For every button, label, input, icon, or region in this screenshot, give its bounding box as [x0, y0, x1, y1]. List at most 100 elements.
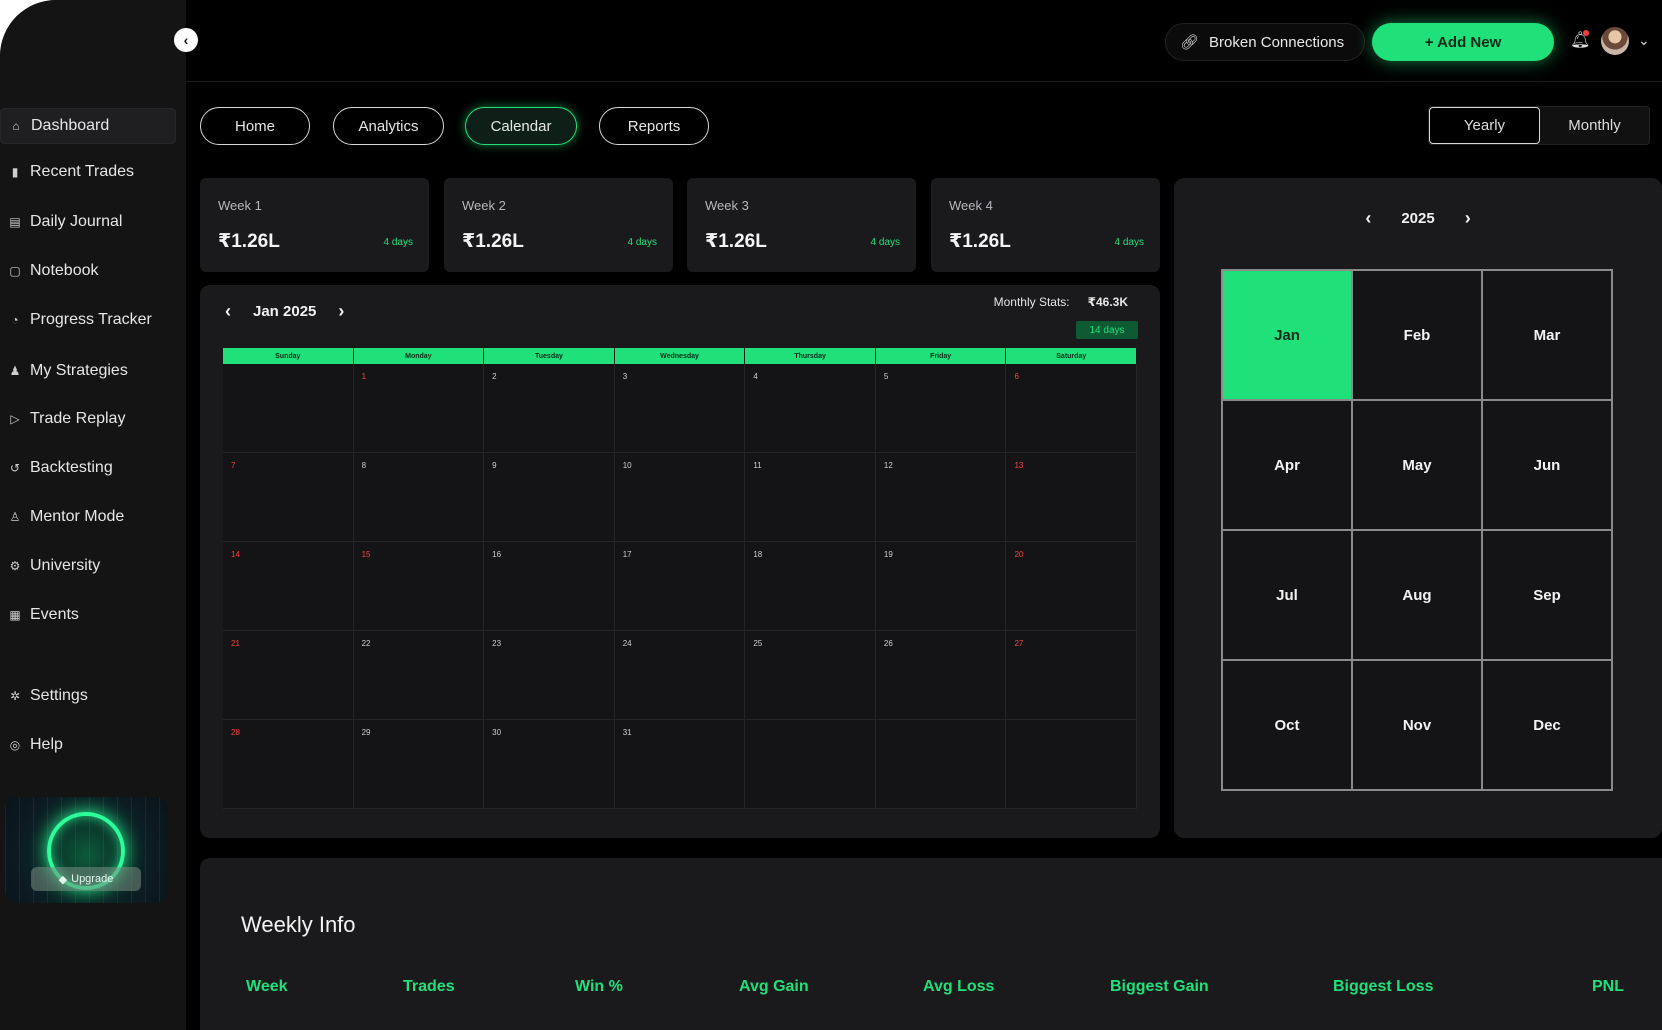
calendar-day-cell[interactable]: 7 [223, 453, 354, 542]
calendar-day-cell[interactable]: 16 [484, 542, 615, 631]
calendar-day-cell[interactable]: 15 [353, 542, 485, 631]
next-year-chevron-right-icon[interactable]: › [1465, 208, 1471, 229]
calendar-day-cell[interactable]: 5 [875, 364, 1007, 453]
calendar-day-cell[interactable]: 14 [223, 542, 354, 631]
week-card-days: 4 days [870, 237, 900, 248]
day-number: 1 [361, 372, 367, 381]
tab-home[interactable]: Home [200, 107, 310, 145]
day-header-saturday: Saturday [1006, 348, 1138, 364]
tab-calendar[interactable]: Calendar [465, 107, 577, 145]
chevron-left-icon: ‹ [183, 32, 189, 48]
month-cell-sep[interactable]: Sep [1482, 530, 1612, 660]
calendar-day-cell[interactable]: 22 [353, 631, 485, 720]
week-card-2[interactable]: Week 2 ₹1.26L 4 days [444, 178, 673, 272]
broken-connections-label: Broken Connections [1209, 33, 1345, 51]
chevron-down-icon[interactable]: ⌄ [1638, 32, 1650, 49]
calendar-day-cell[interactable]: 23 [484, 631, 615, 720]
sidebar-item-trade-replay[interactable]: ▷ Trade Replay [0, 401, 176, 437]
day-number: 6 [1014, 372, 1019, 381]
calendar-day-cell[interactable]: 13 [1006, 453, 1138, 542]
sidebar-item-recent-trades[interactable]: ▮ Recent Trades [0, 154, 176, 190]
sidebar-item-my-strategies[interactable]: ♟ My Strategies [0, 353, 176, 389]
add-new-button[interactable]: + Add New [1372, 23, 1554, 61]
calendar-day-cell[interactable]: 19 [875, 542, 1007, 631]
broken-connections-button[interactable]: 🔗︎ Broken Connections [1165, 23, 1365, 61]
month-cell-jan[interactable]: Jan [1222, 270, 1352, 400]
calendar-day-cell[interactable]: 10 [614, 453, 746, 542]
app-frame: ⌂ Dashboard ▮ Recent Trades ▤ Daily Journal ▢ N… [0, 0, 1662, 1030]
prev-year-chevron-left-icon[interactable]: ‹ [1365, 208, 1371, 229]
column-header-trades: Trades [403, 978, 455, 995]
day-number: 2 [492, 372, 497, 381]
calendar-day-cell[interactable]: 30 [484, 720, 615, 809]
sidebar-item-university[interactable]: ⚙ University [0, 548, 176, 584]
day-number: 16 [492, 550, 502, 559]
events-icon: ▦ [9, 608, 21, 622]
sidebar-item-settings[interactable]: ✲ Settings [0, 678, 176, 714]
notebook-icon: ▢ [9, 264, 21, 278]
day-number: 8 [361, 461, 367, 470]
backtest-icon: ↺ [9, 461, 21, 475]
month-cell-feb[interactable]: Feb [1352, 270, 1482, 400]
calendar-day-cell[interactable]: 1 [353, 364, 485, 453]
month-cell-dec[interactable]: Dec [1482, 660, 1612, 790]
calendar-day-cell[interactable]: 29 [353, 720, 485, 809]
year-navigator: ‹ 2025 › [1174, 208, 1662, 229]
calendar-day-cell[interactable]: 27 [1006, 631, 1138, 720]
calendar-day-cell[interactable]: 28 [223, 720, 354, 809]
calendar-day-cell[interactable]: 2 [484, 364, 615, 453]
yearly-toggle-button[interactable]: Yearly [1429, 107, 1540, 144]
prev-month-chevron-left-icon[interactable]: ‹ [225, 301, 231, 322]
calendar-day-cell[interactable]: 6 [1006, 364, 1138, 453]
sidebar-item-events[interactable]: ▦ Events [0, 597, 176, 633]
week-card-4[interactable]: Week 4 ₹1.26L 4 days [931, 178, 1160, 272]
sidebar-item-daily-journal[interactable]: ▤ Daily Journal [0, 204, 176, 240]
sidebar-item-dashboard[interactable]: ⌂ Dashboard [0, 108, 176, 144]
month-cell-apr[interactable]: Apr [1222, 400, 1352, 530]
sidebar-item-help[interactable]: ◎ Help [0, 727, 176, 763]
next-month-chevron-right-icon[interactable]: › [338, 301, 344, 322]
day-number: 23 [492, 639, 502, 648]
week-card-3[interactable]: Week 3 ₹1.26L 4 days [687, 178, 916, 272]
month-cell-may[interactable]: May [1352, 400, 1482, 530]
day-header-friday: Friday [876, 348, 1007, 364]
tab-analytics[interactable]: Analytics [333, 107, 444, 145]
calendar-day-cell[interactable]: 18 [745, 542, 876, 631]
sidebar-item-mentor-mode[interactable]: ♙ Mentor Mode [0, 499, 176, 535]
day-number: 12 [883, 461, 893, 470]
calendar-day-cell[interactable]: 26 [875, 631, 1007, 720]
help-icon: ◎ [9, 738, 21, 752]
avatar[interactable] [1601, 27, 1629, 55]
calendar-day-cell[interactable]: 11 [745, 453, 876, 542]
calendar-day-cell[interactable]: 3 [614, 364, 746, 453]
sidebar-item-progress-tracker[interactable]: ◔ Progress Tracker [0, 302, 176, 338]
month-cell-mar[interactable]: Mar [1482, 270, 1612, 400]
calendar-day-cell[interactable]: 4 [745, 364, 876, 453]
calendar-day-cell[interactable]: 17 [614, 542, 746, 631]
upgrade-button[interactable]: ◆ Upgrade [31, 867, 141, 891]
calendar-day-cell[interactable]: 12 [875, 453, 1007, 542]
sidebar-item-notebook[interactable]: ▢ Notebook [0, 253, 176, 289]
mentor-icon: ♙ [9, 510, 21, 524]
month-cell-jun[interactable]: Jun [1482, 400, 1612, 530]
sidebar-collapse-button[interactable]: ‹ [174, 28, 198, 52]
month-cell-jul[interactable]: Jul [1222, 530, 1352, 660]
month-cell-nov[interactable]: Nov [1352, 660, 1482, 790]
calendar-day-cell[interactable]: 31 [614, 720, 746, 809]
day-number: 17 [622, 550, 632, 559]
calendar-day-cell[interactable]: 9 [484, 453, 615, 542]
week-card-days: 4 days [1114, 237, 1144, 248]
month-cell-oct[interactable]: Oct [1222, 660, 1352, 790]
calendar-day-cell[interactable]: 20 [1006, 542, 1138, 631]
calendar-day-cell[interactable]: 21 [223, 631, 354, 720]
calendar-day-cell[interactable]: 8 [353, 453, 485, 542]
calendar-day-cell[interactable]: 24 [614, 631, 746, 720]
notification-bell-icon[interactable]: 🔔︎ [1570, 30, 1590, 52]
week-card-days: 4 days [383, 237, 413, 248]
tab-reports[interactable]: Reports [599, 107, 709, 145]
sidebar-item-backtesting[interactable]: ↺ Backtesting [0, 450, 176, 486]
calendar-day-cell[interactable]: 25 [745, 631, 876, 720]
month-cell-aug[interactable]: Aug [1352, 530, 1482, 660]
week-card-1[interactable]: Week 1 ₹1.26L 4 days [200, 178, 429, 272]
monthly-toggle-button[interactable]: Monthly [1540, 107, 1649, 144]
